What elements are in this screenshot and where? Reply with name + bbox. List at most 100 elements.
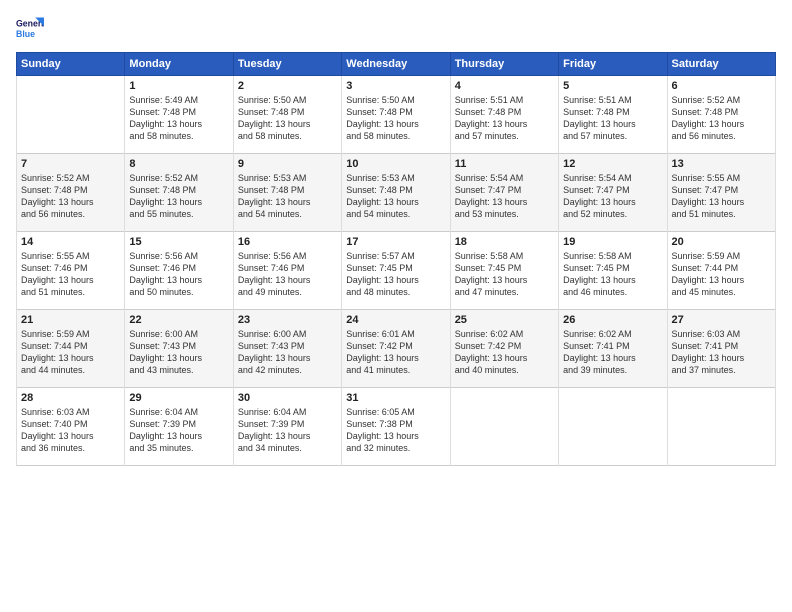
cell-info: Sunrise: 5:59 AM Sunset: 7:44 PM Dayligh… [672, 250, 771, 299]
day-number: 4 [455, 80, 554, 92]
cell-info: Sunrise: 6:03 AM Sunset: 7:41 PM Dayligh… [672, 328, 771, 377]
calendar-cell: 30 Sunrise: 6:04 AM Sunset: 7:39 PM Dayli… [233, 388, 341, 466]
day-number: 15 [129, 236, 228, 248]
calendar-cell: 2Sunrise: 5:50 AM Sunset: 7:48 PM Daylig… [233, 76, 341, 154]
calendar-cell: 16 Sunrise: 5:56 AM Sunset: 7:46 PM Dayli… [233, 232, 341, 310]
cell-info: Sunrise: 5:50 AM Sunset: 7:48 PM Dayligh… [238, 94, 337, 143]
cell-info: Sunrise: 5:53 AM Sunset: 7:48 PM Dayligh… [346, 172, 445, 221]
cell-info: Sunrise: 5:55 AM Sunset: 7:47 PM Dayligh… [672, 172, 771, 221]
calendar-header: SundayMondayTuesdayWednesdayThursdayFrid… [17, 53, 776, 76]
calendar-cell: 8 Sunrise: 5:52 AM Sunset: 7:48 PM Daylig… [125, 154, 233, 232]
calendar-cell [17, 76, 125, 154]
weekday-header: Friday [559, 53, 667, 76]
cell-info: Sunrise: 5:52 AM Sunset: 7:48 PM Dayligh… [129, 172, 228, 221]
cell-info: Sunrise: 6:04 AM Sunset: 7:39 PM Dayligh… [238, 406, 337, 455]
calendar-cell: 25 Sunrise: 6:02 AM Sunset: 7:42 PM Dayli… [450, 310, 558, 388]
cell-info: Sunrise: 5:52 AM Sunset: 7:48 PM Dayligh… [21, 172, 120, 221]
calendar-cell: 1 Sunrise: 5:49 AM Sunset: 7:48 PM Daylig… [125, 76, 233, 154]
day-number: 8 [129, 158, 228, 170]
calendar-cell: 14 Sunrise: 5:55 AM Sunset: 7:46 PM Dayli… [17, 232, 125, 310]
calendar-cell: 31 Sunrise: 6:05 AM Sunset: 7:38 PM Dayli… [342, 388, 450, 466]
day-number: 7 [21, 158, 120, 170]
cell-info: Sunrise: 5:56 AM Sunset: 7:46 PM Dayligh… [238, 250, 337, 299]
page-container: General Blue SundayMondayTuesdayWednesda… [0, 0, 792, 612]
day-number: 6 [672, 80, 771, 92]
cell-info: Sunrise: 6:02 AM Sunset: 7:42 PM Dayligh… [455, 328, 554, 377]
weekday-header: Thursday [450, 53, 558, 76]
day-number: 3 [346, 80, 445, 92]
calendar-cell: 11 Sunrise: 5:54 AM Sunset: 7:47 PM Dayli… [450, 154, 558, 232]
day-number: 31 [346, 392, 445, 404]
calendar-cell: 24 Sunrise: 6:01 AM Sunset: 7:42 PM Dayli… [342, 310, 450, 388]
calendar-cell: 27 Sunrise: 6:03 AM Sunset: 7:41 PM Dayli… [667, 310, 775, 388]
day-number: 21 [21, 314, 120, 326]
cell-info: Sunrise: 5:54 AM Sunset: 7:47 PM Dayligh… [455, 172, 554, 221]
calendar-cell: 12Sunrise: 5:54 AM Sunset: 7:47 PM Dayli… [559, 154, 667, 232]
calendar-table: SundayMondayTuesdayWednesdayThursdayFrid… [16, 52, 776, 466]
calendar-cell: 15Sunrise: 5:56 AM Sunset: 7:46 PM Dayli… [125, 232, 233, 310]
calendar-cell [450, 388, 558, 466]
calendar-cell: 9Sunrise: 5:53 AM Sunset: 7:48 PM Daylig… [233, 154, 341, 232]
day-number: 30 [238, 392, 337, 404]
calendar-body: 1 Sunrise: 5:49 AM Sunset: 7:48 PM Daylig… [17, 76, 776, 466]
calendar-cell: 22 Sunrise: 6:00 AM Sunset: 7:43 PM Dayli… [125, 310, 233, 388]
day-number: 1 [129, 80, 228, 92]
logo: General Blue [16, 14, 48, 42]
cell-info: Sunrise: 5:58 AM Sunset: 7:45 PM Dayligh… [455, 250, 554, 299]
cell-info: Sunrise: 5:53 AM Sunset: 7:48 PM Dayligh… [238, 172, 337, 221]
weekday-header: Monday [125, 53, 233, 76]
weekday-header: Tuesday [233, 53, 341, 76]
cell-info: Sunrise: 5:52 AM Sunset: 7:48 PM Dayligh… [672, 94, 771, 143]
calendar-week-row: 14 Sunrise: 5:55 AM Sunset: 7:46 PM Dayli… [17, 232, 776, 310]
day-number: 14 [21, 236, 120, 248]
cell-info: Sunrise: 5:51 AM Sunset: 7:48 PM Dayligh… [563, 94, 662, 143]
calendar-cell: 7 Sunrise: 5:52 AM Sunset: 7:48 PM Daylig… [17, 154, 125, 232]
cell-info: Sunrise: 6:04 AM Sunset: 7:39 PM Dayligh… [129, 406, 228, 455]
cell-info: Sunrise: 6:03 AM Sunset: 7:40 PM Dayligh… [21, 406, 120, 455]
calendar-cell: 10Sunrise: 5:53 AM Sunset: 7:48 PM Dayli… [342, 154, 450, 232]
calendar-cell: 5Sunrise: 5:51 AM Sunset: 7:48 PM Daylig… [559, 76, 667, 154]
weekday-row: SundayMondayTuesdayWednesdayThursdayFrid… [17, 53, 776, 76]
calendar-cell: 17 Sunrise: 5:57 AM Sunset: 7:45 PM Dayli… [342, 232, 450, 310]
calendar-cell: 19Sunrise: 5:58 AM Sunset: 7:45 PM Dayli… [559, 232, 667, 310]
calendar-cell: 29Sunrise: 6:04 AM Sunset: 7:39 PM Dayli… [125, 388, 233, 466]
day-number: 16 [238, 236, 337, 248]
day-number: 25 [455, 314, 554, 326]
day-number: 27 [672, 314, 771, 326]
weekday-header: Wednesday [342, 53, 450, 76]
calendar-cell: 26 Sunrise: 6:02 AM Sunset: 7:41 PM Dayli… [559, 310, 667, 388]
day-number: 19 [563, 236, 662, 248]
header: General Blue [16, 14, 776, 42]
day-number: 11 [455, 158, 554, 170]
weekday-header: Sunday [17, 53, 125, 76]
calendar-cell: 18Sunrise: 5:58 AM Sunset: 7:45 PM Dayli… [450, 232, 558, 310]
calendar-cell: 4 Sunrise: 5:51 AM Sunset: 7:48 PM Daylig… [450, 76, 558, 154]
calendar-cell: 28Sunrise: 6:03 AM Sunset: 7:40 PM Dayli… [17, 388, 125, 466]
cell-info: Sunrise: 5:51 AM Sunset: 7:48 PM Dayligh… [455, 94, 554, 143]
weekday-header: Saturday [667, 53, 775, 76]
calendar-cell: 3 Sunrise: 5:50 AM Sunset: 7:48 PM Daylig… [342, 76, 450, 154]
cell-info: Sunrise: 5:49 AM Sunset: 7:48 PM Dayligh… [129, 94, 228, 143]
day-number: 26 [563, 314, 662, 326]
day-number: 24 [346, 314, 445, 326]
calendar-cell [667, 388, 775, 466]
calendar-cell [559, 388, 667, 466]
cell-info: Sunrise: 6:02 AM Sunset: 7:41 PM Dayligh… [563, 328, 662, 377]
calendar-cell: 20Sunrise: 5:59 AM Sunset: 7:44 PM Dayli… [667, 232, 775, 310]
cell-info: Sunrise: 5:57 AM Sunset: 7:45 PM Dayligh… [346, 250, 445, 299]
cell-info: Sunrise: 6:05 AM Sunset: 7:38 PM Dayligh… [346, 406, 445, 455]
day-number: 22 [129, 314, 228, 326]
day-number: 12 [563, 158, 662, 170]
calendar-cell: 21Sunrise: 5:59 AM Sunset: 7:44 PM Dayli… [17, 310, 125, 388]
calendar-cell: 13Sunrise: 5:55 AM Sunset: 7:47 PM Dayli… [667, 154, 775, 232]
cell-info: Sunrise: 5:55 AM Sunset: 7:46 PM Dayligh… [21, 250, 120, 299]
cell-info: Sunrise: 6:00 AM Sunset: 7:43 PM Dayligh… [129, 328, 228, 377]
cell-info: Sunrise: 6:00 AM Sunset: 7:43 PM Dayligh… [238, 328, 337, 377]
calendar-cell: 23Sunrise: 6:00 AM Sunset: 7:43 PM Dayli… [233, 310, 341, 388]
day-number: 17 [346, 236, 445, 248]
calendar-week-row: 7 Sunrise: 5:52 AM Sunset: 7:48 PM Daylig… [17, 154, 776, 232]
calendar-cell: 6 Sunrise: 5:52 AM Sunset: 7:48 PM Daylig… [667, 76, 775, 154]
cell-info: Sunrise: 5:50 AM Sunset: 7:48 PM Dayligh… [346, 94, 445, 143]
logo-icon: General Blue [16, 14, 44, 42]
cell-info: Sunrise: 6:01 AM Sunset: 7:42 PM Dayligh… [346, 328, 445, 377]
